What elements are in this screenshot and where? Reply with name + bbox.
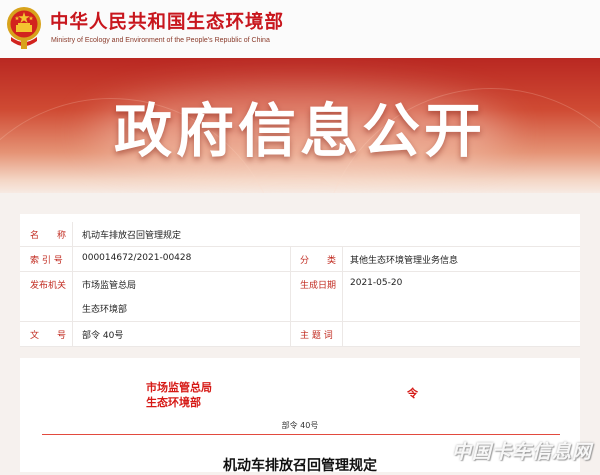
national-emblem-icon[interactable] [5,3,43,51]
category-value: 其他生态环境管理业务信息 [350,256,459,266]
order-mark: 令 [407,387,418,400]
banner-title: 政府信息公开 [113,97,486,165]
name-label: 名 称 [30,231,67,241]
site-watermark: 中国卡车信息网 [451,441,592,463]
issuing-org-2: 生态环境部 [146,396,201,409]
subject-label: 主 题 词 [300,331,333,341]
metadata-row-docno: 文 号 部令 40号 主 题 词 [20,322,580,347]
docno-label: 文 号 [30,331,67,341]
issuer-value-2: 生态环境部 [82,305,128,315]
issuing-org-1: 市场监管总局 [146,381,212,394]
column-divider [342,247,343,346]
column-divider [72,222,73,346]
banner: 政府信息公开 [0,58,600,193]
column-divider [290,247,291,346]
index-value: 000014672/2021-00428 [82,253,192,263]
metadata-row-name: 名 称 机动车排放召回管理规定 [20,222,580,247]
issuer-value-1: 市场监管总局 [82,281,137,291]
document-metadata-table: 名 称 机动车排放召回管理规定 索 引 号 000014672/2021-004… [20,214,580,347]
red-separator-line [42,434,560,435]
name-value: 机动车排放召回管理规定 [82,231,182,241]
metadata-row-issuer: 发布机关 市场监管总局 生态环境部 生成日期 2021-05-20 [20,272,580,322]
date-label: 生成日期 [300,281,337,291]
site-title[interactable]: 中华人民共和国生态环境部 [50,8,284,34]
index-label: 索 引 号 [30,256,63,266]
docno-value: 部令 40号 [82,331,124,341]
issuer-label: 发布机关 [30,281,67,291]
category-label: 分 类 [300,256,337,266]
site-subtitle: Ministry of Ecology and Environment of t… [51,37,270,44]
document-number: 部令 40号 [281,421,319,430]
metadata-row-index: 索 引 号 000014672/2021-00428 分 类 其他生态环境管理业… [20,247,580,272]
date-value: 2021-05-20 [350,278,403,288]
site-header: 中华人民共和国生态环境部 Ministry of Ecology and Env… [0,0,600,58]
